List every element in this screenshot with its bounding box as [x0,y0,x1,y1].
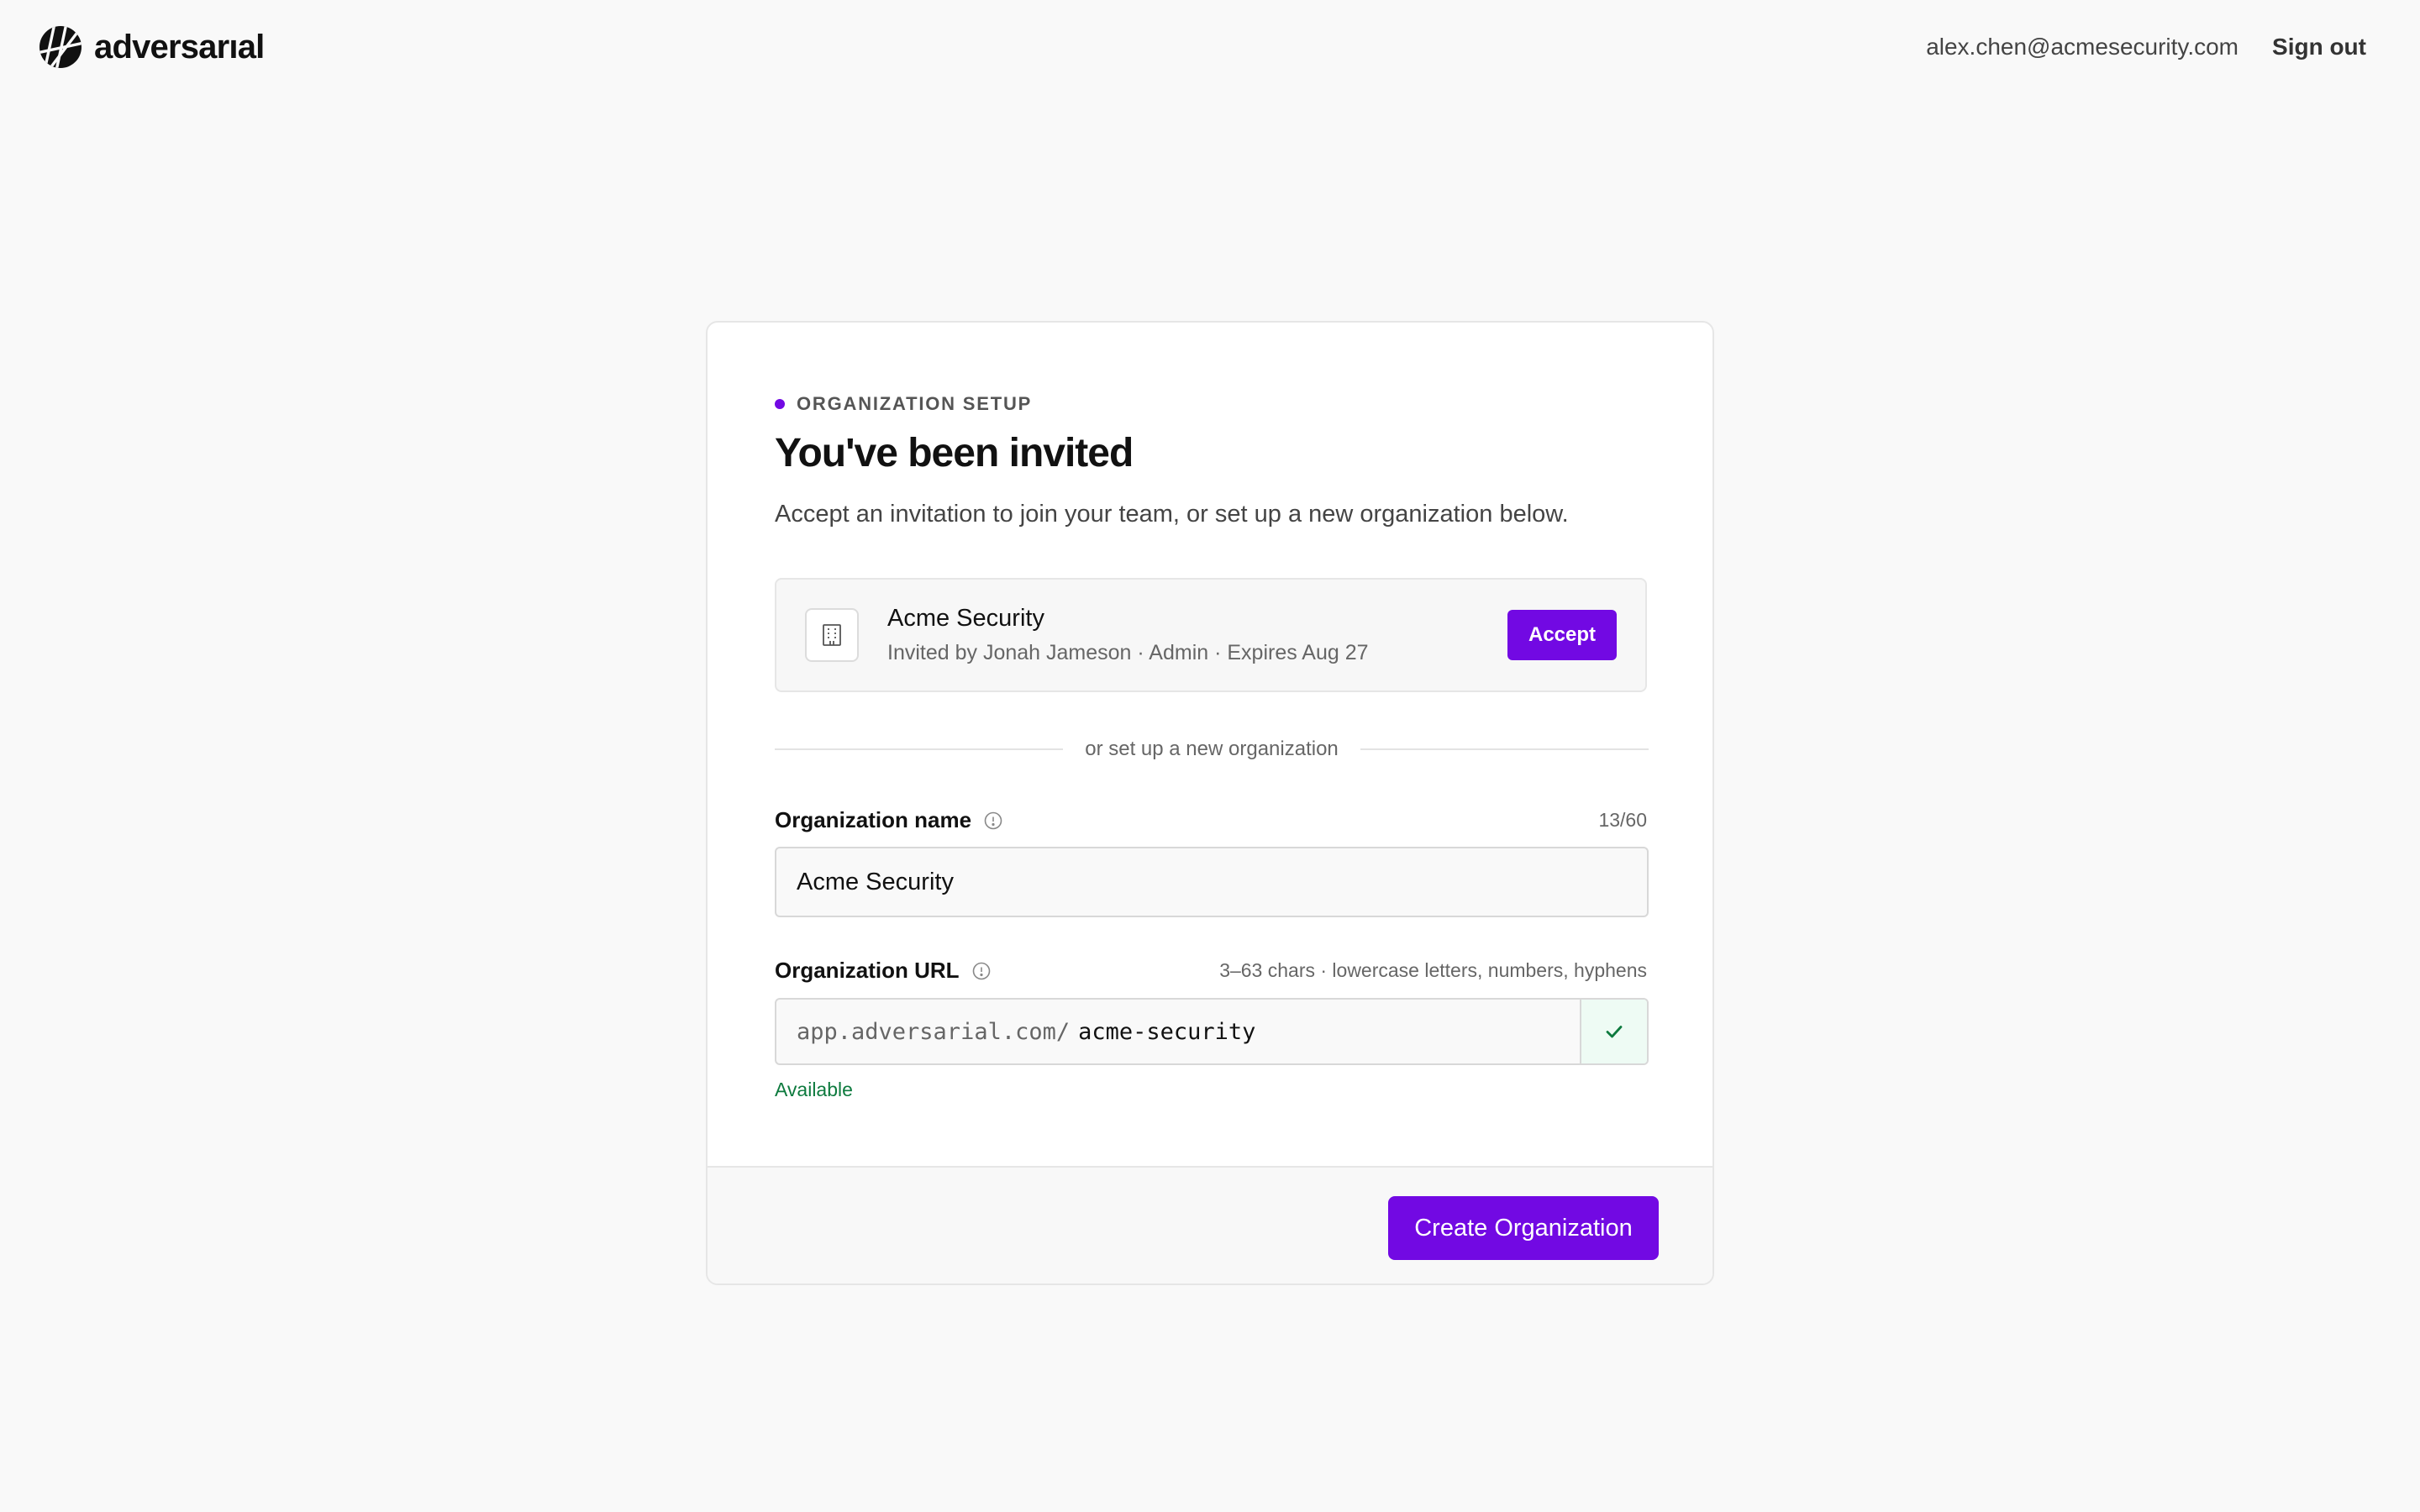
card-body: ORGANIZATION SETUP You've been invited A… [708,323,1712,1166]
invitation-item: Acme Security Invited by Jonah Jameson ·… [775,578,1647,692]
brand[interactable]: adversarıal [39,25,265,69]
url-availability-status: Available [775,1079,853,1100]
top-bar: adversarıal alex.chen@acmesecurity.com S… [0,0,2420,94]
section-divider: or set up a new organization [775,738,1649,761]
app-root: adversarıal alex.chen@acmesecurity.com S… [0,0,2420,1512]
invitation-org-name: Acme Security [887,605,1044,632]
org-url-label: Organization URL [775,958,960,983]
organization-setup-card: ORGANIZATION SETUP You've been invited A… [706,321,1714,1285]
create-organization-button[interactable]: Create Organization [1388,1196,1659,1260]
accept-invitation-button[interactable]: Accept [1507,610,1617,660]
eyebrow-text: ORGANIZATION SETUP [797,393,1033,414]
account-area: alex.chen@acmesecurity.com Sign out [1926,34,2366,60]
brand-name: adversarıal [94,28,265,66]
page-subtitle: Accept an invitation to join your team, … [775,501,1569,528]
org-url-hint: 3–63 chars · lowercase letters, numbers,… [1219,959,1647,981]
sign-out-link[interactable]: Sign out [2272,34,2366,60]
org-url-prefix: app.adversarial.com/ [797,1018,1071,1045]
org-name-char-counter: 13/60 [1598,809,1647,831]
org-name-label: Organization name [775,807,972,832]
invitation-meta: Invited by Jonah Jameson · Admin · Expir… [887,641,1369,664]
card-footer: Create Organization [708,1166,1712,1284]
org-url-input[interactable] [1070,1000,1580,1063]
org-url-field: app.adversarial.com/ [775,998,1649,1065]
invitation-details: Acme Security Invited by Jonah Jameson ·… [887,605,1507,665]
divider-text: or set up a new organization [1085,738,1339,760]
divider-line-right [1360,748,1649,750]
check-icon [1580,1000,1647,1063]
org-url-field-header: Organization URL 3–63 chars · lowercase … [775,958,1647,984]
divider-line-left [775,748,1064,750]
page-title: You've been invited [775,431,1134,475]
info-icon[interactable] [971,961,992,981]
accent-dot-icon [775,399,785,409]
building-icon [805,608,859,662]
section-eyebrow: ORGANIZATION SETUP [775,393,1032,415]
org-name-input[interactable] [775,847,1649,917]
info-icon[interactable] [983,811,1003,831]
org-name-field-header: Organization name 13/60 [775,807,1647,833]
user-email: alex.chen@acmesecurity.com [1926,34,2239,60]
adversarial-logo-icon [39,26,82,68]
